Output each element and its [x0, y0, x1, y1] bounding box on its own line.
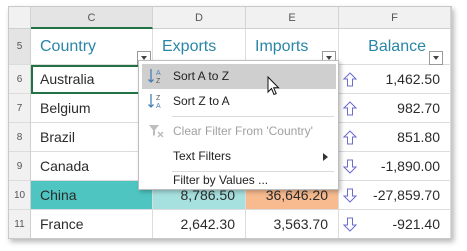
- row-header-10[interactable]: 10: [9, 181, 31, 210]
- column-header-e[interactable]: E: [246, 7, 339, 29]
- row-header-8[interactable]: 8: [9, 123, 31, 152]
- imports-cell[interactable]: 3,563.70: [246, 210, 339, 238]
- country-cell-highlighted[interactable]: China: [31, 181, 153, 210]
- arrow-up-icon: [343, 130, 357, 145]
- filter-dropdown-menu: A Z Sort A to Z Z A Sort Z to A Clear Fi…: [138, 60, 339, 190]
- column-header-c[interactable]: C: [31, 7, 153, 29]
- menu-item-label: Clear Filter From 'Country': [173, 124, 313, 138]
- balance-filter-dropdown-button[interactable]: [429, 51, 443, 65]
- arrow-up-icon: [343, 72, 357, 87]
- menu-item-clear-filter[interactable]: Clear Filter From 'Country': [142, 119, 336, 144]
- row-header-9[interactable]: 9: [9, 152, 31, 181]
- submenu-arrow-icon: [323, 153, 328, 161]
- svg-text:A: A: [156, 103, 161, 109]
- menu-separator: [172, 171, 334, 172]
- country-cell[interactable]: Belgium: [31, 94, 153, 123]
- arrow-down-icon: [343, 188, 357, 203]
- select-all-corner[interactable]: [9, 7, 31, 29]
- sort-az-icon: A Z: [148, 69, 161, 84]
- exports-cell[interactable]: 2,642.30: [153, 210, 246, 238]
- menu-item-label: Sort Z to A: [173, 94, 230, 108]
- sort-za-icon: Z A: [148, 94, 161, 109]
- svg-text:Z: Z: [156, 78, 161, 84]
- svg-text:A: A: [156, 70, 161, 77]
- header-country[interactable]: Country: [31, 29, 153, 65]
- menu-item-label: Filter by Values ...: [173, 173, 269, 187]
- menu-item-label: Sort A to Z: [173, 69, 230, 83]
- arrow-up-icon: [343, 101, 357, 116]
- arrow-down-icon: [343, 159, 357, 174]
- menu-item-sort-a-to-z[interactable]: A Z Sort A to Z: [142, 64, 336, 89]
- country-cell[interactable]: Brazil: [31, 123, 153, 152]
- arrow-down-icon: [343, 217, 357, 232]
- column-header-f[interactable]: F: [339, 7, 451, 29]
- menu-item-text-filters[interactable]: Text Filters: [142, 144, 336, 169]
- row-header-7[interactable]: 7: [9, 94, 31, 123]
- column-header-d[interactable]: D: [153, 7, 246, 29]
- mouse-cursor-icon: [267, 76, 280, 96]
- svg-text:Z: Z: [156, 95, 161, 102]
- country-cell[interactable]: Australia: [31, 65, 153, 94]
- menu-separator: [172, 116, 334, 117]
- country-cell[interactable]: Canada: [31, 152, 153, 181]
- clear-filter-icon: [149, 125, 164, 138]
- menu-item-label: Text Filters: [173, 149, 232, 163]
- menu-item-filter-by-values[interactable]: Filter by Values ...: [142, 173, 336, 187]
- row-header-11[interactable]: 11: [9, 210, 31, 238]
- row-header-5[interactable]: 5: [9, 29, 31, 65]
- menu-item-sort-z-to-a[interactable]: Z A Sort Z to A: [142, 89, 336, 114]
- country-cell[interactable]: France: [31, 210, 153, 238]
- row-header-6[interactable]: 6: [9, 65, 31, 94]
